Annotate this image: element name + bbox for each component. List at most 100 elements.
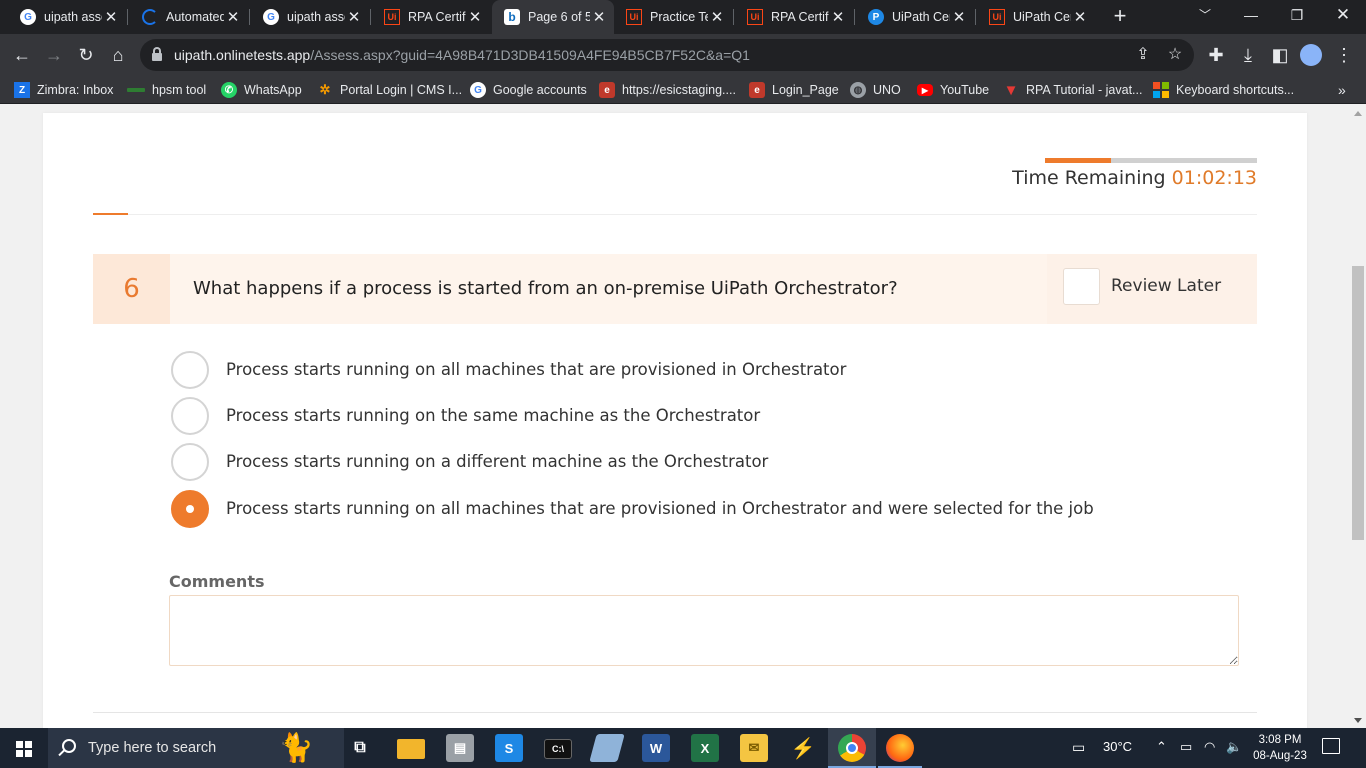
show-hidden-icons-icon[interactable]: ⌃ bbox=[1156, 739, 1167, 755]
control-panel-icon[interactable]: ▤ bbox=[446, 734, 474, 762]
folder-app-icon[interactable]: ✉ bbox=[740, 734, 768, 762]
bookmark-item[interactable]: G Google accounts bbox=[470, 81, 587, 99]
answer-radio[interactable] bbox=[171, 351, 209, 389]
bookmark-label: Zimbra: Inbox bbox=[37, 83, 114, 97]
close-tab-icon[interactable]: ✕ bbox=[829, 8, 847, 26]
url-text[interactable]: uipath.onlinetests.app/Assess.aspx?guid=… bbox=[174, 47, 750, 63]
tab-search-icon[interactable]: ﹀ bbox=[1182, 0, 1228, 30]
answer-option-text[interactable]: Process starts running on a different ma… bbox=[226, 452, 768, 471]
menu-icon[interactable]: ⋮ bbox=[1332, 43, 1356, 67]
close-tab-icon[interactable]: ✕ bbox=[102, 8, 120, 26]
back-icon[interactable]: ← bbox=[10, 43, 34, 67]
reload-icon[interactable]: ↻ bbox=[74, 43, 98, 67]
wifi-icon[interactable]: ◠ bbox=[1204, 739, 1215, 755]
answer-radio[interactable] bbox=[171, 490, 209, 528]
browser-tab[interactable]: Automated ✕ bbox=[130, 0, 248, 34]
whatsapp-icon: ✆ bbox=[221, 82, 237, 98]
browser-tab-active[interactable]: b Page 6 of 5 ✕ bbox=[492, 0, 614, 34]
answer-option-text[interactable]: Process starts running on all machines t… bbox=[226, 360, 846, 379]
bookmark-item[interactable]: ▶ YouTube bbox=[917, 81, 989, 99]
bookmark-item[interactable]: ◍ UNO bbox=[850, 81, 901, 99]
close-tab-icon[interactable]: ✕ bbox=[1071, 8, 1089, 26]
review-later[interactable]: Review Later bbox=[1047, 254, 1257, 324]
close-tab-icon[interactable]: ✕ bbox=[708, 8, 726, 26]
close-tab-icon[interactable]: ✕ bbox=[950, 8, 968, 26]
share-icon[interactable]: ⇪ bbox=[1134, 46, 1152, 64]
power-automate-icon[interactable]: ⚡ bbox=[789, 734, 817, 762]
bookmark-item[interactable]: hpsm tool bbox=[127, 81, 206, 99]
divider bbox=[93, 712, 1257, 713]
download-icon[interactable]: ⤓ bbox=[1236, 43, 1260, 67]
close-window-icon[interactable]: ✕ bbox=[1320, 0, 1366, 30]
answer-option[interactable]: Process starts running on all machines t… bbox=[171, 490, 1251, 530]
time-remaining-label: Time Remaining bbox=[1012, 167, 1166, 189]
excel-icon[interactable]: X bbox=[691, 734, 719, 762]
scroll-down-arrow-icon[interactable] bbox=[1354, 718, 1362, 723]
search-placeholder[interactable]: Type here to search bbox=[88, 740, 216, 756]
browser-tab[interactable]: G uipath asso ✕ bbox=[8, 0, 126, 34]
bookmark-item[interactable]: Z Zimbra: Inbox bbox=[14, 81, 113, 99]
volume-icon[interactable]: 🔈 bbox=[1226, 739, 1242, 755]
clock[interactable]: 3:08 PM 08-Aug-23 bbox=[1248, 732, 1312, 764]
close-tab-icon[interactable]: ✕ bbox=[345, 8, 363, 26]
chrome-icon[interactable] bbox=[838, 734, 866, 762]
close-tab-icon[interactable]: ✕ bbox=[466, 8, 484, 26]
answer-radio[interactable] bbox=[171, 397, 209, 435]
address-bar[interactable]: uipath.onlinetests.app/Assess.aspx?guid=… bbox=[140, 39, 1194, 71]
notes-app-icon[interactable] bbox=[589, 734, 625, 762]
scroll-up-arrow-icon[interactable] bbox=[1354, 111, 1362, 116]
page-scrollbar[interactable] bbox=[1350, 104, 1366, 728]
notification-icon[interactable] bbox=[1322, 738, 1340, 754]
more-bookmarks-icon[interactable]: » bbox=[1338, 81, 1346, 99]
command-prompt-icon[interactable]: C:\ bbox=[544, 739, 572, 759]
lock-icon[interactable] bbox=[152, 47, 162, 61]
scrollbar-thumb[interactable] bbox=[1352, 266, 1364, 540]
weather-icon[interactable]: ▭ bbox=[1072, 739, 1085, 756]
answer-option[interactable]: Process starts running on the same machi… bbox=[171, 397, 1251, 437]
forward-icon[interactable]: → bbox=[42, 43, 66, 67]
profile-avatar-icon[interactable] bbox=[1300, 44, 1322, 66]
answer-radio[interactable] bbox=[171, 443, 209, 481]
review-later-checkbox[interactable] bbox=[1063, 268, 1100, 305]
browser-tab[interactable]: P UiPath Cer ✕ bbox=[856, 0, 974, 34]
browser-tab[interactable]: Ui Practice Te ✕ bbox=[614, 0, 732, 34]
answer-option[interactable]: Process starts running on all machines t… bbox=[171, 351, 1251, 391]
bookmark-item[interactable]: ✲ Portal Login | CMS I... bbox=[317, 81, 463, 99]
new-tab-icon[interactable]: + bbox=[1108, 4, 1132, 28]
battery-icon[interactable]: ▭ bbox=[1180, 739, 1192, 755]
extensions-icon[interactable]: ✚ bbox=[1204, 43, 1228, 67]
bookmark-label: Portal Login | CMS I... bbox=[340, 83, 463, 97]
start-button[interactable] bbox=[0, 728, 48, 768]
bookmark-item[interactable]: e https://esicstaging.... bbox=[599, 81, 736, 99]
home-icon[interactable]: ⌂ bbox=[106, 43, 130, 67]
task-view-icon[interactable]: ⧉ bbox=[346, 734, 374, 762]
weather-temp[interactable]: 30°C bbox=[1103, 739, 1132, 754]
bookmark-item[interactable]: ▼ RPA Tutorial - javat... bbox=[1003, 81, 1143, 99]
taskbar-search[interactable]: Type here to search 🐈 bbox=[48, 728, 344, 768]
firefox-icon[interactable] bbox=[886, 734, 914, 762]
close-tab-icon[interactable]: ✕ bbox=[224, 8, 242, 26]
browser-tab[interactable]: Ui UiPath Cer ✕ bbox=[977, 0, 1095, 34]
uipath-icon: Ui bbox=[747, 9, 763, 25]
answer-option-text[interactable]: Process starts running on the same machi… bbox=[226, 406, 760, 425]
sharepoint-app-icon[interactable]: S bbox=[495, 734, 523, 762]
browser-tab[interactable]: G uipath asso ✕ bbox=[251, 0, 369, 34]
p-icon: P bbox=[868, 9, 884, 25]
bookmark-star-icon[interactable]: ☆ bbox=[1166, 46, 1184, 64]
word-icon[interactable]: W bbox=[642, 734, 670, 762]
close-tab-icon[interactable]: ✕ bbox=[590, 8, 608, 26]
bookmark-item[interactable]: ✆ WhatsApp bbox=[221, 81, 302, 99]
browser-tab[interactable]: Ui RPA Certifi ✕ bbox=[372, 0, 490, 34]
restore-icon[interactable]: ❐ bbox=[1274, 0, 1320, 30]
answer-option[interactable]: Process starts running on a different ma… bbox=[171, 443, 1251, 483]
comments-textarea[interactable] bbox=[169, 595, 1239, 666]
tab-separator bbox=[975, 9, 976, 25]
file-explorer-icon[interactable] bbox=[397, 739, 425, 759]
bookmark-item[interactable]: Keyboard shortcuts... bbox=[1153, 81, 1294, 99]
browser-tab[interactable]: Ui RPA Certifi ✕ bbox=[735, 0, 853, 34]
side-panel-icon[interactable]: ◧ bbox=[1268, 43, 1292, 67]
bookmark-item[interactable]: e Login_Page bbox=[749, 81, 839, 99]
answer-option-text[interactable]: Process starts running on all machines t… bbox=[226, 499, 1094, 518]
review-later-label[interactable]: Review Later bbox=[1111, 276, 1221, 296]
minimize-icon[interactable]: — bbox=[1228, 0, 1274, 30]
